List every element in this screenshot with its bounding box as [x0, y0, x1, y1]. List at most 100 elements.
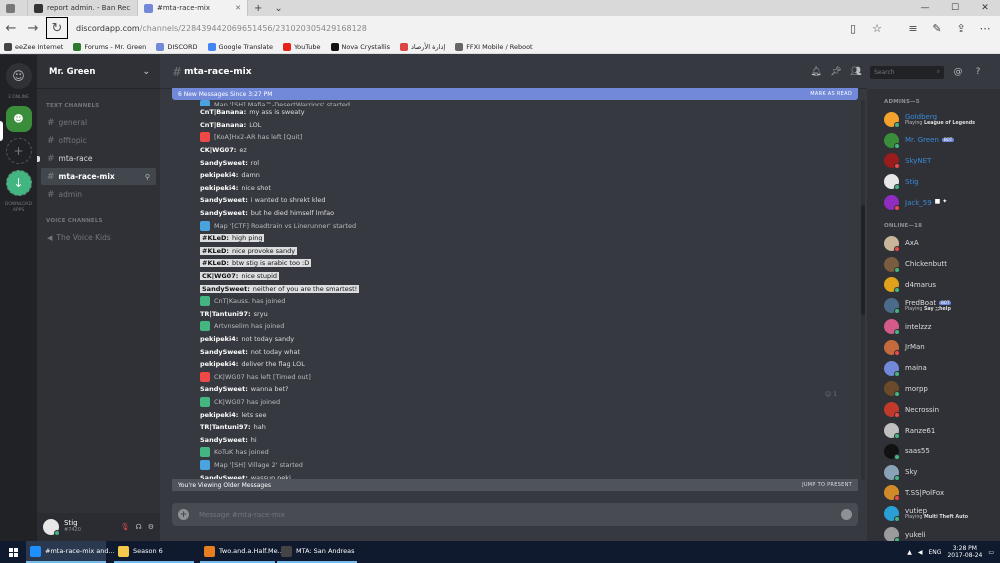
member-item[interactable]: Goldberg Playing League of Legends [867, 109, 1000, 130]
message-author[interactable]: TR|Tantuni97: [200, 423, 251, 431]
new-messages-bar[interactable]: 6 New Messages Since 3:27 PM MARK AS REA… [172, 88, 858, 100]
invite-icon[interactable]: ⚲ [145, 173, 150, 181]
reading-view-icon[interactable]: ▯ [842, 22, 864, 35]
jump-to-present-button[interactable]: JUMP TO PRESENT [802, 482, 852, 488]
member-item[interactable]: d4marus [867, 275, 1000, 296]
taskbar-app-button[interactable]: MTA: San Andreas [277, 541, 357, 563]
message-author[interactable]: TR|Tantuni97: [200, 310, 251, 318]
favorite-link[interactable]: Google Translate [207, 42, 273, 51]
tab-list-chevron-icon[interactable]: ⌄ [268, 0, 288, 16]
member-item[interactable]: yukeli [867, 524, 1000, 541]
favorite-link[interactable]: Forums - Mr. Green [73, 42, 146, 51]
upload-plus-icon[interactable]: + [178, 509, 189, 520]
message-author[interactable]: CnT|Banana: [200, 121, 246, 129]
channel-offtopic[interactable]: # offtopic [41, 132, 156, 149]
download-apps-button[interactable]: ↓ [5, 170, 32, 197]
favorite-link[interactable]: FFXI Mobile / Reboot [455, 42, 533, 51]
volume-icon[interactable]: ◀ [918, 549, 923, 556]
new-tab-button[interactable]: + [248, 0, 268, 16]
close-tab-icon[interactable]: ✕ [235, 4, 241, 12]
mark-as-read-button[interactable]: MARK AS READ [810, 91, 852, 97]
notifications-icon[interactable]: ▭ [988, 549, 994, 556]
message-author[interactable]: #KLeD: [202, 234, 229, 242]
back-arrow-icon[interactable]: ← [0, 17, 22, 39]
server-mr-green[interactable]: ☻ [5, 106, 32, 133]
taskbar-app-button[interactable]: #mta-race-mix and... [26, 541, 115, 563]
search-input[interactable]: Search ⌕ [870, 65, 944, 79]
message-author[interactable]: CnT|Banana: [200, 108, 246, 116]
message-author[interactable]: pekipeki4: [200, 184, 238, 192]
member-item[interactable]: maina [867, 358, 1000, 379]
message-author[interactable]: SandySweet: [200, 436, 248, 444]
help-icon[interactable]: ? [972, 67, 984, 77]
more-icon[interactable]: ⋯ [974, 22, 996, 35]
taskbar-app-button[interactable]: Season 6 [114, 541, 194, 563]
member-item[interactable]: morpp [867, 379, 1000, 400]
message-author[interactable]: #KLeD: [202, 259, 229, 267]
gear-icon[interactable]: ⚙ [148, 523, 154, 531]
member-item[interactable]: SkyNET [867, 151, 1000, 172]
message-author[interactable]: pekipeki4: [200, 360, 238, 368]
close-window-icon[interactable]: ✕ [970, 0, 1000, 16]
add-server-button[interactable]: + [5, 138, 32, 165]
member-item[interactable]: Necrossin [867, 399, 1000, 420]
channel-mta-race[interactable]: # mta-race [37, 150, 156, 167]
web-note-icon[interactable]: ✎ [926, 22, 948, 35]
message-author[interactable]: #KLeD: [202, 247, 229, 255]
voice-channel-the-voice-kids[interactable]: ◀ The Voice Kids [41, 229, 156, 246]
browser-tab-2[interactable]: #mta-race-mix ✕ [138, 0, 248, 16]
member-item[interactable]: FredBoat BOT Playing Say ;;help [867, 295, 1000, 316]
message-author[interactable]: pekipeki4: [200, 411, 238, 419]
message-author[interactable]: SandySweet: [200, 348, 248, 356]
message-author[interactable]: pekipeki4: [200, 335, 238, 343]
older-messages-bar[interactable]: You're Viewing Older Messages JUMP TO PR… [172, 479, 858, 491]
scrollbar-thumb[interactable] [861, 205, 865, 315]
text-channels-category[interactable]: TEXT CHANNELS [37, 89, 160, 113]
friends-home-button[interactable]: ☺ [5, 63, 32, 89]
message-author[interactable]: pekipeki4: [200, 171, 238, 179]
refresh-icon[interactable]: ↻ [46, 17, 68, 39]
hub-icon[interactable]: ≡ [902, 22, 924, 35]
favorite-star-icon[interactable]: ☆ [866, 22, 888, 35]
mention-icon[interactable]: @ [952, 67, 964, 77]
member-item[interactable]: JrMan [867, 337, 1000, 358]
message-author[interactable]: SandySweet: [200, 196, 248, 204]
member-item[interactable]: Chickenbutt [867, 254, 1000, 275]
favorite-link[interactable]: YouTube [283, 42, 321, 51]
maximize-icon[interactable]: ☐ [940, 0, 970, 16]
member-item[interactable]: Jack_59 ■ ✦ [867, 192, 1000, 213]
taskbar-app-button[interactable]: Two.and.a.Half.Me... [200, 541, 284, 563]
favorite-link[interactable]: Nova Crystallis [330, 42, 390, 51]
member-item[interactable]: Mr. Green BOT [867, 130, 1000, 151]
message-author[interactable]: CK|WG07: [200, 146, 236, 154]
language-indicator[interactable]: ENG [929, 549, 942, 556]
channel-admin[interactable]: # admin [41, 186, 156, 203]
browser-tab-1[interactable]: report admin. - Ban Rec [28, 0, 138, 16]
member-item[interactable]: saas55 [867, 441, 1000, 462]
channel-mta-race-mix[interactable]: # mta-race-mix ⚲ [41, 168, 156, 185]
mute-icon[interactable]: 🎙︎ [121, 523, 130, 531]
message-author[interactable]: CK|WG07: [202, 272, 238, 280]
member-item[interactable]: T.SS|PolFox [867, 483, 1000, 504]
channel-general[interactable]: # general [41, 114, 156, 131]
member-item[interactable]: Ranze61 [867, 420, 1000, 441]
clock[interactable]: 3:28 PM 2017-08-24 [947, 545, 982, 559]
voice-channels-category[interactable]: VOICE CHANNELS [37, 204, 160, 228]
tab-group-icons[interactable] [0, 0, 28, 16]
member-item[interactable]: Sky [867, 462, 1000, 483]
minimize-icon[interactable]: — [910, 0, 940, 16]
message-author[interactable]: SandySweet: [200, 159, 248, 167]
favorite-link[interactable]: إدارة الأرصاد [400, 42, 445, 51]
message-author[interactable]: SandySweet: [202, 285, 250, 293]
member-item[interactable]: vutiep Playing Multi Theft Auto [867, 503, 1000, 524]
bell-icon[interactable]: 🔔︎ [810, 67, 822, 77]
network-icon[interactable]: ▲ [907, 549, 912, 556]
member-item[interactable]: Stig [867, 171, 1000, 192]
favorite-link[interactable]: eeZee Internet [4, 42, 63, 51]
member-item[interactable]: intelzzz [867, 316, 1000, 337]
pin-icon[interactable]: 📌︎ [830, 67, 842, 77]
favorite-link[interactable]: DISCORD [156, 42, 198, 51]
share-icon[interactable]: ⇪ [950, 22, 972, 35]
server-header[interactable]: Mr. Green ⌄ [37, 55, 160, 89]
emoji-icon[interactable] [841, 509, 852, 520]
